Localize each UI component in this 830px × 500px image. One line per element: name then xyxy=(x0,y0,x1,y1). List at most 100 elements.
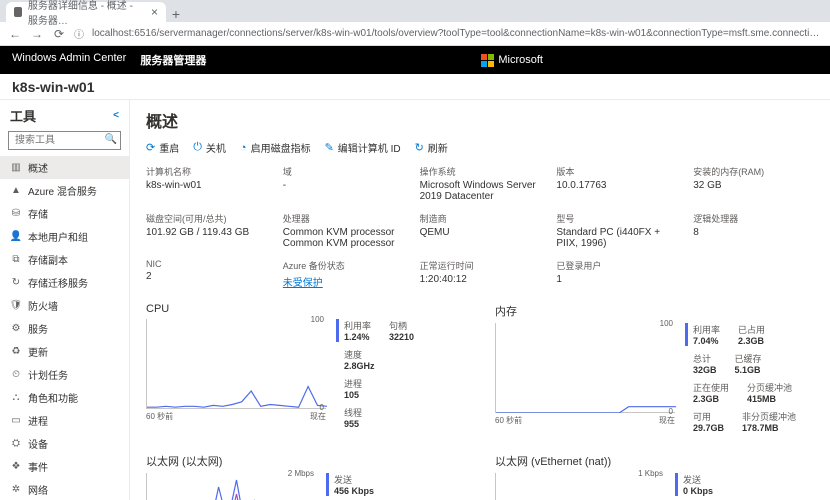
chart-block: 以太网 (vEthernet (nat)) 1 Kbps 0 发送0 Kbps接… xyxy=(495,453,814,500)
restart-button[interactable]: ⟳重启 xyxy=(146,140,179,155)
sidebar-item-5[interactable]: ↻ 存储迁移服务 xyxy=(0,271,129,294)
property-field: 制造商QEMU xyxy=(420,212,541,249)
wac-header: Windows Admin Center 服务器管理器 Microsoft xyxy=(0,46,830,74)
chart-title: 以太网 (vEthernet (nat)) xyxy=(495,453,814,469)
microsoft-logo-icon xyxy=(481,54,494,67)
property-field: 逻辑处理器8 xyxy=(693,212,814,249)
search-icon[interactable]: 🔍 xyxy=(105,134,117,145)
field-value: Common KVM processorCommon KVM processor xyxy=(283,227,404,249)
close-tab-icon[interactable]: × xyxy=(151,5,158,19)
sidebar-item-12[interactable]: ⛭设备 xyxy=(0,432,129,455)
nav-icon: ▥ xyxy=(10,162,22,174)
nav-icon: ⚙ xyxy=(10,323,22,335)
metric: 发送456 Kbps xyxy=(326,473,374,496)
sidebar-item-6[interactable]: 🛡防火墙 xyxy=(0,294,129,317)
sidebar-item-label: 事件 xyxy=(28,459,48,474)
metric: 发送0 Kbps xyxy=(675,473,713,496)
chart-block: 内存 100 0 60 秒前现在 利用率7.04%已占用2.3GB总计32GB已… xyxy=(495,303,814,433)
reload-icon[interactable]: ⟳ xyxy=(52,27,66,41)
field-label: 磁盘空间(可用/总共) xyxy=(146,212,267,225)
sidebar-item-7[interactable]: ⚙ 服务 xyxy=(0,317,129,340)
ms-label: Microsoft xyxy=(498,54,543,66)
metric: 进程105 xyxy=(336,377,414,400)
sidebar-item-14[interactable]: ✲网络 xyxy=(0,478,129,500)
field-value: 10.0.17763 xyxy=(556,180,677,191)
metric: 非分页缓冲池178.7MB xyxy=(734,410,796,433)
nav-icon: 🛡 xyxy=(10,300,22,312)
metric: 正在使用2.3GB xyxy=(685,381,729,404)
sidebar-item-8[interactable]: ♻更新 xyxy=(0,340,129,363)
chart-canvas: 1 Kbps 0 xyxy=(495,473,665,500)
sidebar-search: 🔍 xyxy=(8,131,121,150)
sidebar-item-10[interactable]: ⛬角色和功能 xyxy=(0,386,129,409)
sidebar-item-0[interactable]: ▥ 概述 xyxy=(0,156,129,179)
chart-title: 以太网 (以太网) xyxy=(146,453,465,469)
field-value: Microsoft Windows Server 2019 Datacenter xyxy=(420,180,541,202)
property-field: 正常运行时间 1:20:40:12 xyxy=(420,259,541,289)
metric: 线程955 xyxy=(336,406,414,429)
sidebar-item-label: 存储副本 xyxy=(28,252,68,267)
edit-id-button[interactable]: ✎编辑计算机 ID xyxy=(325,140,401,155)
address-bar[interactable]: localhost:6516/servermanager/connections… xyxy=(92,28,822,39)
chart-canvas: 100 0 xyxy=(495,323,675,413)
field-value: Standard PC (i440FX + PIIX, 1996) xyxy=(556,227,677,249)
nav-icon: ▭ xyxy=(10,415,22,427)
refresh-button[interactable]: ↻刷新 xyxy=(415,140,448,155)
disk-icon: ◔ xyxy=(240,142,247,154)
property-field: 型号Standard PC (i440FX + PIIX, 1996) xyxy=(556,212,677,249)
field-value: - xyxy=(283,180,404,191)
nav-icon: ❖ xyxy=(10,461,22,473)
back-icon[interactable]: ← xyxy=(8,27,22,41)
forward-icon[interactable]: → xyxy=(30,27,44,41)
azure-backup-link[interactable]: 未受保护 xyxy=(283,278,323,289)
sidebar-item-9[interactable]: ⏲计划任务 xyxy=(0,363,129,386)
server-name-bar: k8s-win-w01 xyxy=(0,74,830,100)
sidebar-item-label: 存储迁移服务 xyxy=(28,275,88,290)
sidebar-item-4[interactable]: ⧉存储副本 xyxy=(0,248,129,271)
content-area: 概述 ⟳重启 ⏻关机 ◔启用磁盘指标 ✎编辑计算机 ID ↻刷新 计算机名称k8… xyxy=(130,100,830,500)
sidebar-item-2[interactable]: ⛁存储 xyxy=(0,202,129,225)
edit-icon: ✎ xyxy=(325,141,334,154)
chart-metrics: 发送0 Kbps接收0 Kbps xyxy=(675,473,713,500)
breadcrumb[interactable]: 服务器管理器 xyxy=(140,52,206,68)
property-field: NIC2 xyxy=(146,259,267,289)
sidebar-item-label: 角色和功能 xyxy=(28,390,78,405)
sidebar-item-11[interactable]: ▭进程 xyxy=(0,409,129,432)
sidebar-item-label: 设备 xyxy=(28,436,48,451)
property-field: 域- xyxy=(283,165,404,202)
disk-metrics-button[interactable]: ◔启用磁盘指标 xyxy=(240,140,311,155)
field-value: 101.92 GB / 119.43 GB xyxy=(146,227,267,238)
toolbar: ⟳重启 ⏻关机 ◔启用磁盘指标 ✎编辑计算机 ID ↻刷新 xyxy=(146,140,814,155)
property-field: 已登录用户1 xyxy=(556,259,677,289)
collapse-sidebar-icon[interactable]: < xyxy=(113,110,119,121)
new-tab-button[interactable]: + xyxy=(166,6,186,22)
sidebar-item-label: Azure 混合服务 xyxy=(28,183,97,198)
browser-tab[interactable]: 服务器详细信息 - 概述 - 服务器… × xyxy=(6,2,166,22)
metric: 可用29.7GB xyxy=(685,410,724,433)
sidebar-item-3[interactable]: 👤本地用户和组 xyxy=(0,225,129,248)
power-icon: ⏻ xyxy=(193,141,202,154)
field-label: 逻辑处理器 xyxy=(693,212,814,225)
restart-icon: ⟳ xyxy=(146,141,155,154)
property-field: 处理器 Common KVM processorCommon KVM proces… xyxy=(283,212,404,249)
field-label: 处理器 xyxy=(283,212,404,225)
field-label: 域 xyxy=(283,165,404,178)
nav-icon: ⏲ xyxy=(10,369,22,381)
property-field: 计算机名称k8s-win-w01 xyxy=(146,165,267,202)
sidebar-item-label: 服务 xyxy=(28,321,48,336)
property-field: 版本10.0.17763 xyxy=(556,165,677,202)
favicon-icon xyxy=(14,7,22,17)
charts-area: CPU 100 0 60 秒前现在 利用率1.24%句柄32210速度2.8GH… xyxy=(146,303,814,500)
sidebar-item-label: 概述 xyxy=(28,160,48,175)
field-value: 1:20:40:12 xyxy=(420,274,541,285)
nav-icon: ↻ xyxy=(10,277,22,289)
nav-icon: ♻ xyxy=(10,346,22,358)
sidebar-item-1[interactable]: ▲Azure 混合服务 xyxy=(0,179,129,202)
field-value: 32 GB xyxy=(693,180,814,191)
field-label: 正常运行时间 xyxy=(420,259,541,272)
chart-metrics: 利用率1.24%句柄32210速度2.8GHz进程105线程955 xyxy=(336,319,414,429)
brand-label[interactable]: Windows Admin Center xyxy=(12,52,126,68)
sidebar-item-13[interactable]: ❖ 事件 xyxy=(0,455,129,478)
shutdown-button[interactable]: ⏻关机 xyxy=(193,140,226,155)
field-label: 安装的内存(RAM) xyxy=(693,165,814,178)
